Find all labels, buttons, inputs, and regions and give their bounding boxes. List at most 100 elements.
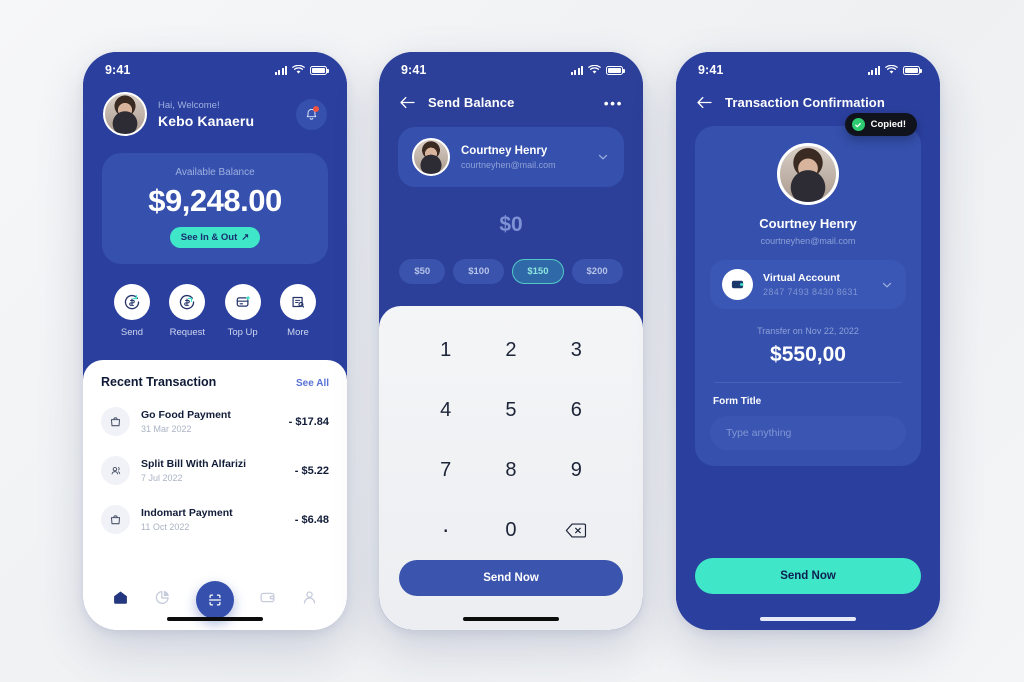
virtual-account-title: Virtual Account — [763, 272, 841, 284]
action-request[interactable]: Request — [164, 284, 210, 338]
signal-icon — [570, 65, 583, 75]
recipient-selector[interactable]: Courtney Henry courtneyhen@mail.com — [398, 127, 624, 187]
amount-display: $0 — [499, 213, 523, 236]
phone-home-screen: 9:41 Hai, Welcome! Kebo Kanaeru Availabl… — [83, 52, 347, 630]
key-9[interactable]: 9 — [544, 440, 609, 500]
chevron-down-icon[interactable] — [880, 278, 894, 292]
phone-confirmation-screen: 9:41 Transaction Confirmation Courtney H… — [676, 52, 940, 630]
phone-send-balance-screen: 9:41 Send Balance ••• Courtney Henry cou… — [379, 52, 643, 630]
key-3[interactable]: 3 — [544, 320, 609, 380]
key-4[interactable]: 4 — [413, 380, 478, 440]
key-7[interactable]: 7 — [413, 440, 478, 500]
key-1[interactable]: 1 — [413, 320, 478, 380]
user-name: Kebo Kanaeru — [158, 112, 255, 129]
quick-amount-100[interactable]: $100 — [453, 259, 505, 284]
key-2[interactable]: 2 — [478, 320, 543, 380]
check-icon — [851, 118, 865, 131]
key-decimal[interactable]: . — [413, 500, 478, 560]
quick-amount-50[interactable]: $50 — [399, 259, 446, 284]
back-arrow-icon[interactable] — [696, 95, 713, 110]
notification-bell-button[interactable] — [296, 98, 327, 130]
recipient-avatar — [412, 138, 450, 176]
transaction-list: Go Food Payment 31 Mar 2022 - $17.84 Spl… — [83, 393, 347, 570]
top-up-icon — [224, 284, 261, 321]
bag-icon — [101, 407, 130, 437]
action-send[interactable]: Send — [109, 284, 155, 338]
balance-label: Available Balance — [175, 167, 255, 178]
transfer-date: Transfer on Nov 22, 2022 — [757, 326, 859, 336]
transfer-amount: $550,00 — [770, 343, 846, 366]
send-navbar: Send Balance ••• — [379, 82, 643, 110]
form-title-label: Form Title — [713, 396, 762, 407]
virtual-account-icon — [722, 269, 753, 300]
send-now-button[interactable]: Send Now — [399, 560, 623, 596]
action-topup-label: Top Up — [227, 327, 258, 339]
action-topup[interactable]: Top Up — [220, 284, 266, 338]
transaction-amount: - $17.84 — [288, 415, 329, 428]
status-icons — [274, 65, 329, 75]
send-now-button[interactable]: Send Now — [695, 558, 921, 594]
balance-amount: $9,248.00 — [148, 183, 282, 218]
action-request-label: Request — [169, 327, 206, 339]
key-5[interactable]: 5 — [478, 380, 543, 440]
recent-transactions-sheet: Recent Transaction See All Go Food Payme… — [83, 360, 347, 630]
home-indicator — [463, 617, 559, 621]
status-time: 9:41 — [698, 63, 724, 77]
recipient-email: courtneyhen@mail.com — [461, 159, 556, 170]
group-icon — [101, 456, 130, 486]
signal-icon — [274, 65, 287, 75]
status-bar: 9:41 — [83, 52, 347, 82]
table-row[interactable]: Split Bill With Alfarizi 7 Jul 2022 - $5… — [101, 446, 329, 495]
sidebar-item-statistics[interactable] — [153, 588, 172, 612]
confirmation-card: Courtney Henry courtneyhen@mail.com Copi… — [695, 113, 921, 466]
transaction-name: Split Bill With Alfarizi — [141, 458, 247, 471]
see-in-out-button[interactable]: See In & Out ↗ — [169, 227, 261, 249]
table-row[interactable]: Go Food Payment 31 Mar 2022 - $17.84 — [101, 397, 329, 446]
back-arrow-icon[interactable] — [399, 95, 416, 110]
action-more[interactable]: More — [275, 284, 321, 338]
sidebar-item-home[interactable] — [111, 588, 130, 612]
numeric-keypad: 1 2 3 4 5 6 7 8 9 . 0 Send Now — [379, 306, 643, 630]
quick-actions: Send Request Top Up More — [83, 264, 347, 338]
quick-amount-150[interactable]: $150 — [512, 259, 564, 284]
status-bar: 9:41 — [676, 52, 940, 82]
status-icons — [867, 65, 922, 75]
bag-icon — [101, 505, 130, 535]
balance-card: Available Balance $9,248.00 See In & Out… — [102, 153, 328, 265]
more-menu-icon[interactable]: ••• — [604, 96, 623, 110]
page-title: Transaction Confirmation — [725, 95, 885, 110]
sidebar-item-profile[interactable] — [300, 588, 319, 612]
recipient-avatar — [777, 143, 839, 205]
sidebar-item-wallet[interactable] — [258, 588, 277, 612]
transaction-date: 31 Mar 2022 — [141, 424, 192, 435]
scan-button[interactable] — [195, 581, 234, 619]
key-6[interactable]: 6 — [544, 380, 609, 440]
person-icon — [304, 591, 316, 604]
note-input[interactable]: Type anything — [710, 416, 906, 450]
pie-chart-icon — [156, 590, 170, 604]
wifi-icon — [588, 65, 601, 74]
divider — [714, 382, 902, 383]
home-indicator — [167, 617, 263, 621]
key-0[interactable]: 0 — [478, 500, 543, 560]
copied-toast: Copied! — [844, 113, 917, 136]
key-8[interactable]: 8 — [478, 440, 543, 500]
status-time: 9:41 — [401, 63, 427, 77]
battery-icon — [903, 65, 922, 75]
transaction-name: Indomart Payment — [141, 507, 233, 520]
keypad-keys: 1 2 3 4 5 6 7 8 9 . 0 — [379, 320, 643, 560]
see-all-link[interactable]: See All — [296, 378, 329, 389]
signal-icon — [867, 65, 880, 75]
home-icon — [113, 591, 127, 604]
home-indicator-area — [676, 604, 940, 630]
wallet-icon — [260, 592, 275, 603]
chevron-down-icon[interactable] — [596, 150, 610, 164]
transaction-name: Go Food Payment — [141, 409, 231, 422]
bottom-navigation — [83, 570, 347, 630]
backspace-icon[interactable] — [544, 500, 609, 560]
virtual-account-row[interactable]: Virtual Account 2847 7493 8430 8631 — [710, 260, 906, 309]
table-row[interactable]: Indomart Payment 11 Oct 2022 - $6.48 — [101, 495, 329, 544]
quick-amount-200[interactable]: $200 — [571, 259, 623, 284]
status-time: 9:41 — [105, 63, 131, 77]
user-avatar[interactable] — [103, 92, 147, 136]
